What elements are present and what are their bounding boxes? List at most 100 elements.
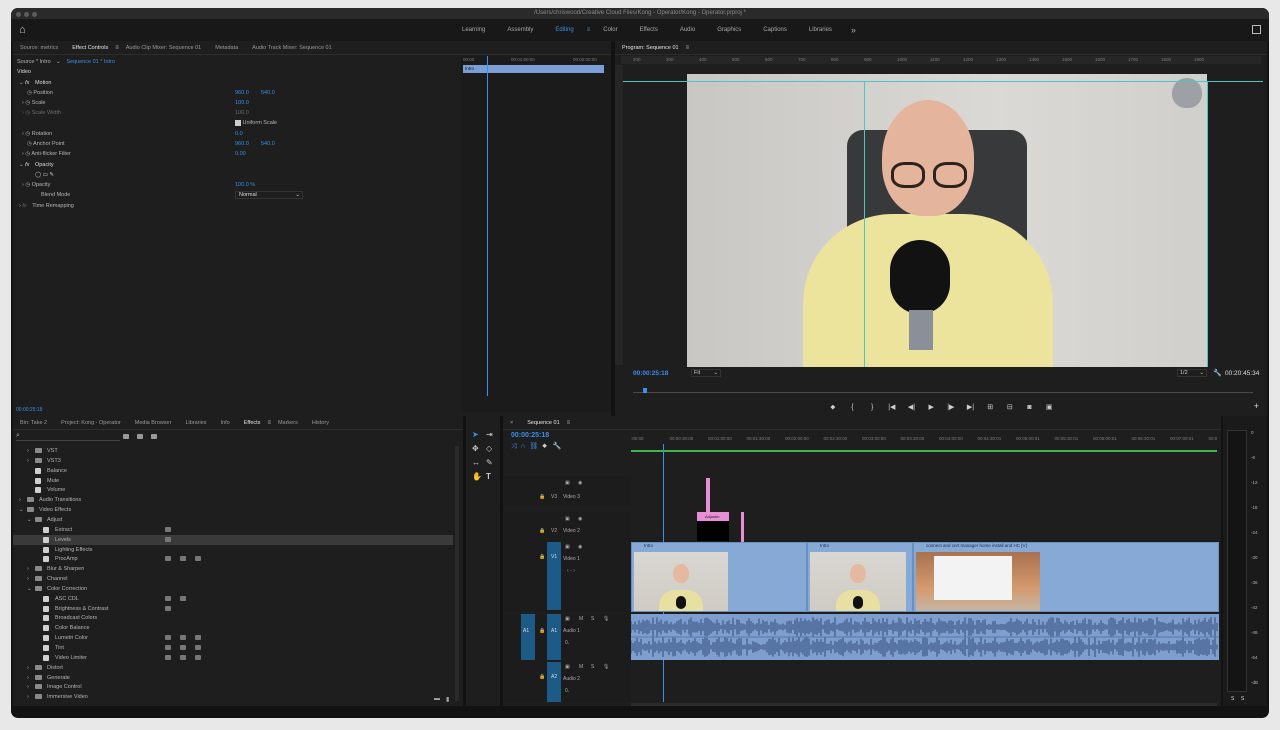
v1-target[interactable]	[547, 542, 561, 610]
stopwatch-icon[interactable]: ◷	[27, 141, 32, 147]
list-item[interactable]: Brightness & Contrast	[13, 604, 453, 614]
ec-playhead[interactable]	[487, 56, 488, 396]
stopwatch-icon[interactable]: ◷	[25, 182, 30, 188]
a2-target[interactable]	[547, 662, 561, 702]
solo-right-button[interactable]: S	[1241, 696, 1244, 702]
resolution-select[interactable]: 1/2 ⌄	[1177, 369, 1207, 377]
marker-icon[interactable]: ⬥	[824, 404, 842, 412]
source-dropdown[interactable]: Source * Intro	[17, 59, 51, 65]
anchor-y[interactable]: 540.0	[261, 139, 275, 149]
blend-mode-select[interactable]: Normal ⌄	[235, 191, 303, 199]
nest-icon[interactable]: ⤨	[511, 443, 517, 450]
expand-arrow-icon[interactable]: ›	[27, 456, 29, 466]
program-playhead[interactable]	[643, 388, 647, 393]
program-scrubber[interactable]	[633, 392, 1253, 393]
camera-icon[interactable]: ◙	[1021, 404, 1039, 411]
expand-arrow-icon[interactable]: ›	[22, 100, 24, 106]
tab-source-metrics[interactable]: Source: metrics	[13, 41, 65, 55]
expand-arrow-icon[interactable]: ›	[27, 574, 29, 584]
mark-out-icon[interactable]: }	[863, 404, 881, 411]
track-a1-label[interactable]: A1	[551, 628, 557, 634]
close-tab-icon[interactable]: ×	[503, 416, 520, 430]
video-frame[interactable]	[687, 74, 1207, 367]
zoom-button[interactable]	[32, 12, 37, 17]
list-item[interactable]: › Channel	[13, 574, 453, 584]
workspace-tab-learning[interactable]: Learning	[451, 19, 496, 42]
program-title[interactable]: Program: Sequence 01	[615, 41, 686, 55]
eye-icon[interactable]: ◉	[578, 544, 582, 550]
ellipse-mask-icon[interactable]: ◯	[35, 172, 41, 178]
ec-timecode[interactable]: 00:00:25:18	[13, 405, 611, 415]
snap-icon[interactable]: ∩	[521, 443, 526, 450]
mute-button[interactable]: M	[579, 616, 583, 622]
timeline-title[interactable]: Sequence 01	[520, 416, 566, 430]
track-lock-icon[interactable]: 🔒	[539, 528, 545, 534]
fx-icon[interactable]: fx	[25, 80, 29, 86]
workspace-tab-captions[interactable]: Captions	[752, 19, 798, 42]
list-item[interactable]: › Image Control	[13, 682, 453, 692]
expand-arrow-icon[interactable]: ›	[19, 495, 21, 505]
position-y[interactable]: 540.0	[261, 88, 275, 98]
a1-audio-clip[interactable]	[631, 614, 1219, 660]
expand-arrow-icon[interactable]: ›	[27, 663, 29, 673]
stopwatch-icon[interactable]: ◷	[25, 151, 30, 157]
32bit-filter-icon[interactable]	[137, 434, 143, 439]
toggle-sync-icon[interactable]: ▣	[565, 516, 570, 522]
expand-arrow-icon[interactable]: ›	[27, 446, 29, 456]
a1-source[interactable]: A1	[521, 614, 535, 660]
selection-tool-icon[interactable]: ➤	[472, 430, 479, 439]
tab-bin-take-2[interactable]: Bin: Take 2	[13, 416, 54, 430]
list-item[interactable]: › VST	[13, 446, 453, 456]
workspace-tab-audio[interactable]: Audio	[669, 19, 706, 42]
solo-button[interactable]: S	[591, 616, 594, 622]
accelerated-filter-icon[interactable]	[123, 434, 129, 439]
uniform-scale-checkbox[interactable]	[235, 119, 241, 126]
list-item[interactable]: › Distort	[13, 663, 453, 673]
rotation-value[interactable]: 0.0	[235, 129, 243, 139]
toggle-sync-icon[interactable]: ▣	[565, 544, 570, 550]
expand-arrow-icon[interactable]: ›	[27, 564, 29, 574]
more-workspaces-icon[interactable]: »	[843, 19, 864, 42]
home-icon[interactable]: ⌂	[19, 19, 26, 42]
mic-icon[interactable]: 🎙	[603, 616, 609, 622]
add-button-icon[interactable]: +	[1254, 401, 1259, 411]
list-item[interactable]: ⌄ Color Correction	[13, 584, 453, 594]
tab-media-browser[interactable]: Media Browser	[128, 416, 179, 430]
tab-markers[interactable]: Markers	[271, 416, 305, 430]
track-lock-icon[interactable]: 🔒	[539, 674, 545, 680]
track-v1-label[interactable]: V1	[551, 554, 557, 560]
list-item[interactable]: › Immersive Video	[13, 692, 453, 702]
step-forward-icon[interactable]: |▶	[942, 403, 960, 411]
export-icon[interactable]	[1252, 25, 1261, 34]
list-item[interactable]: › Blur & Sharpen	[13, 564, 453, 574]
list-item[interactable]: ⌄ Video Effects	[13, 505, 453, 515]
solo-button[interactable]: S	[591, 664, 594, 670]
adjustment-clip[interactable]: Adjustm	[697, 512, 729, 521]
list-item[interactable]: › VST3	[13, 456, 453, 466]
trash-icon[interactable]: ▮	[446, 696, 449, 703]
expand-arrow-icon[interactable]: ›	[27, 673, 29, 683]
expand-arrow-icon[interactable]: ›	[27, 682, 29, 692]
rectangle-mask-icon[interactable]: ▭	[43, 172, 48, 178]
tab-libraries[interactable]: Libraries	[178, 416, 213, 430]
track-v2-label[interactable]: V2	[551, 528, 557, 534]
panel-menu-icon[interactable]: ≡	[567, 420, 571, 426]
tab-audio-track-mixer-sequence-01[interactable]: Audio Track Mixer: Sequence 01	[245, 41, 339, 55]
scale-value[interactable]: 100.0	[235, 98, 249, 108]
list-item[interactable]: Volume	[13, 485, 453, 495]
tab-audio-clip-mixer-sequence-01[interactable]: Audio Clip Mixer: Sequence 01	[119, 41, 209, 55]
workspace-tab-editing[interactable]: Editing	[544, 19, 584, 42]
compare-icon[interactable]: ▣	[1040, 403, 1058, 411]
toggle-sync-icon[interactable]: ▣	[565, 664, 570, 670]
step-back-icon[interactable]: ◀|	[902, 403, 920, 411]
opacity-value[interactable]: 100.0 %	[235, 180, 255, 190]
timeline-hscroll[interactable]	[631, 703, 1217, 706]
track-lock-icon[interactable]: 🔒	[539, 554, 545, 560]
fx-icon[interactable]: fx	[25, 162, 29, 168]
workspace-tab-assembly[interactable]: Assembly	[496, 19, 544, 42]
keyframe-nav-icon[interactable]: ‹ ◦ ›	[567, 568, 575, 574]
mute-button[interactable]: M	[579, 664, 583, 670]
list-item[interactable]: Tint	[13, 643, 453, 653]
ec-clip-bar[interactable]: Intro	[463, 65, 604, 73]
track-select-icon[interactable]: ⇥	[486, 430, 493, 439]
